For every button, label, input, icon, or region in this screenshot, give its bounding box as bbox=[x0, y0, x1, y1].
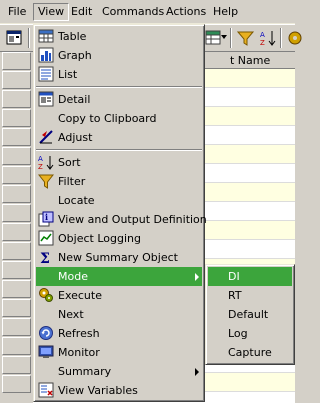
menu-edit[interactable]: Edit bbox=[66, 3, 97, 21]
menu-item-detail[interactable]: Detail bbox=[36, 90, 202, 109]
row-header[interactable] bbox=[2, 261, 31, 279]
svg-text:A: A bbox=[260, 31, 265, 39]
menu-item-execute[interactable]: Execute bbox=[36, 286, 202, 305]
row-header[interactable] bbox=[2, 128, 31, 146]
monitor-icon bbox=[38, 345, 54, 358]
menu-separator bbox=[36, 86, 202, 88]
menu-item-object-logging[interactable]: Object Logging bbox=[36, 229, 202, 248]
table-icon bbox=[38, 29, 54, 43]
menu-item-copy-to-clipboard[interactable]: Copy to Clipboard bbox=[36, 109, 202, 128]
submenu-item-log[interactable]: Log bbox=[208, 324, 292, 343]
row-header[interactable] bbox=[2, 242, 31, 260]
row-header[interactable] bbox=[2, 109, 31, 127]
row-header[interactable] bbox=[2, 166, 31, 184]
toolbar-separator bbox=[230, 28, 232, 48]
chevron-down-icon[interactable] bbox=[221, 35, 227, 39]
gear-icon[interactable] bbox=[286, 29, 304, 47]
menu-item-sort[interactable]: A Z Sort bbox=[36, 153, 202, 172]
toolbar-separator bbox=[280, 28, 282, 48]
menu-item-view-variables[interactable]: View Variables bbox=[36, 381, 202, 400]
menu-file[interactable]: File bbox=[3, 3, 31, 21]
definition-icon: i bbox=[38, 211, 54, 227]
row-header[interactable] bbox=[2, 356, 31, 374]
sort-icon: A Z bbox=[38, 155, 54, 170]
toolbar-separator bbox=[28, 28, 30, 48]
menu-item-adjust[interactable]: Adjust bbox=[36, 128, 202, 147]
filter-icon[interactable] bbox=[237, 29, 255, 47]
graph-icon bbox=[38, 47, 54, 63]
menu-item-new-summary-object[interactable]: Σ New Summary Object bbox=[36, 248, 202, 267]
submenu-item-rt[interactable]: RT bbox=[208, 286, 292, 305]
svg-text:Z: Z bbox=[260, 39, 265, 47]
row-header[interactable] bbox=[2, 204, 31, 222]
view-menu-dropdown: Table Graph List Detail Copy to Clipboar… bbox=[33, 24, 207, 402]
svg-text:i: i bbox=[45, 212, 48, 222]
menu-item-graph[interactable]: Graph bbox=[36, 46, 202, 65]
row-header[interactable] bbox=[2, 52, 31, 70]
submenu-item-default[interactable]: Default bbox=[208, 305, 292, 324]
menu-item-view-and-output-definition[interactable]: i View and Output Definition bbox=[36, 210, 207, 229]
variables-icon bbox=[38, 382, 54, 398]
row-header[interactable] bbox=[2, 337, 31, 355]
refresh-icon bbox=[39, 326, 53, 340]
menu-item-refresh[interactable]: Refresh bbox=[36, 324, 202, 343]
svg-text:Z: Z bbox=[38, 163, 43, 170]
menu-item-list[interactable]: List bbox=[36, 65, 202, 84]
menubar: File View Edit Commands Actions Help bbox=[0, 0, 295, 24]
filter-icon bbox=[38, 174, 54, 189]
row-header-column bbox=[0, 52, 33, 403]
row-header[interactable] bbox=[2, 280, 31, 298]
logging-icon bbox=[38, 230, 54, 246]
row-header[interactable] bbox=[2, 71, 31, 89]
menu-item-filter[interactable]: Filter bbox=[36, 172, 202, 191]
menu-separator bbox=[36, 149, 202, 151]
menu-item-locate[interactable]: Locate bbox=[36, 191, 202, 210]
menu-item-monitor[interactable]: Monitor bbox=[36, 343, 202, 362]
svg-text:Σ: Σ bbox=[40, 251, 50, 265]
adjust-icon bbox=[39, 130, 53, 144]
submenu-arrow-icon bbox=[195, 273, 199, 281]
row-header[interactable] bbox=[2, 90, 31, 108]
sort-icon[interactable]: A Z bbox=[259, 29, 277, 47]
row-header[interactable] bbox=[2, 147, 31, 165]
row-header[interactable] bbox=[2, 185, 31, 203]
row-header[interactable] bbox=[2, 299, 31, 317]
sigma-icon: Σ bbox=[40, 251, 50, 265]
svg-text:A: A bbox=[38, 155, 43, 163]
menu-help[interactable]: Help bbox=[208, 3, 243, 21]
row-header[interactable] bbox=[2, 223, 31, 241]
row-header[interactable] bbox=[2, 318, 31, 336]
list-icon bbox=[38, 66, 54, 82]
menu-item-mode[interactable]: Mode bbox=[36, 267, 202, 286]
menu-item-table[interactable]: Table bbox=[36, 27, 202, 46]
menu-item-next[interactable]: Next bbox=[36, 305, 202, 324]
mode-submenu: DI RT Default Log Capture bbox=[205, 264, 295, 365]
submenu-item-di[interactable]: DI bbox=[208, 267, 292, 286]
menu-actions[interactable]: Actions bbox=[161, 3, 211, 21]
submenu-item-capture[interactable]: Capture bbox=[208, 343, 292, 362]
row-header[interactable] bbox=[2, 375, 31, 393]
detail-icon bbox=[38, 91, 54, 107]
submenu-arrow-icon bbox=[195, 368, 199, 376]
column-header-name: t Name bbox=[230, 54, 271, 67]
menu-item-summary[interactable]: Summary bbox=[36, 362, 202, 381]
properties-icon[interactable] bbox=[6, 29, 24, 47]
menu-commands[interactable]: Commands bbox=[97, 3, 169, 21]
execute-icon bbox=[39, 288, 53, 302]
menu-view[interactable]: View bbox=[33, 3, 70, 21]
